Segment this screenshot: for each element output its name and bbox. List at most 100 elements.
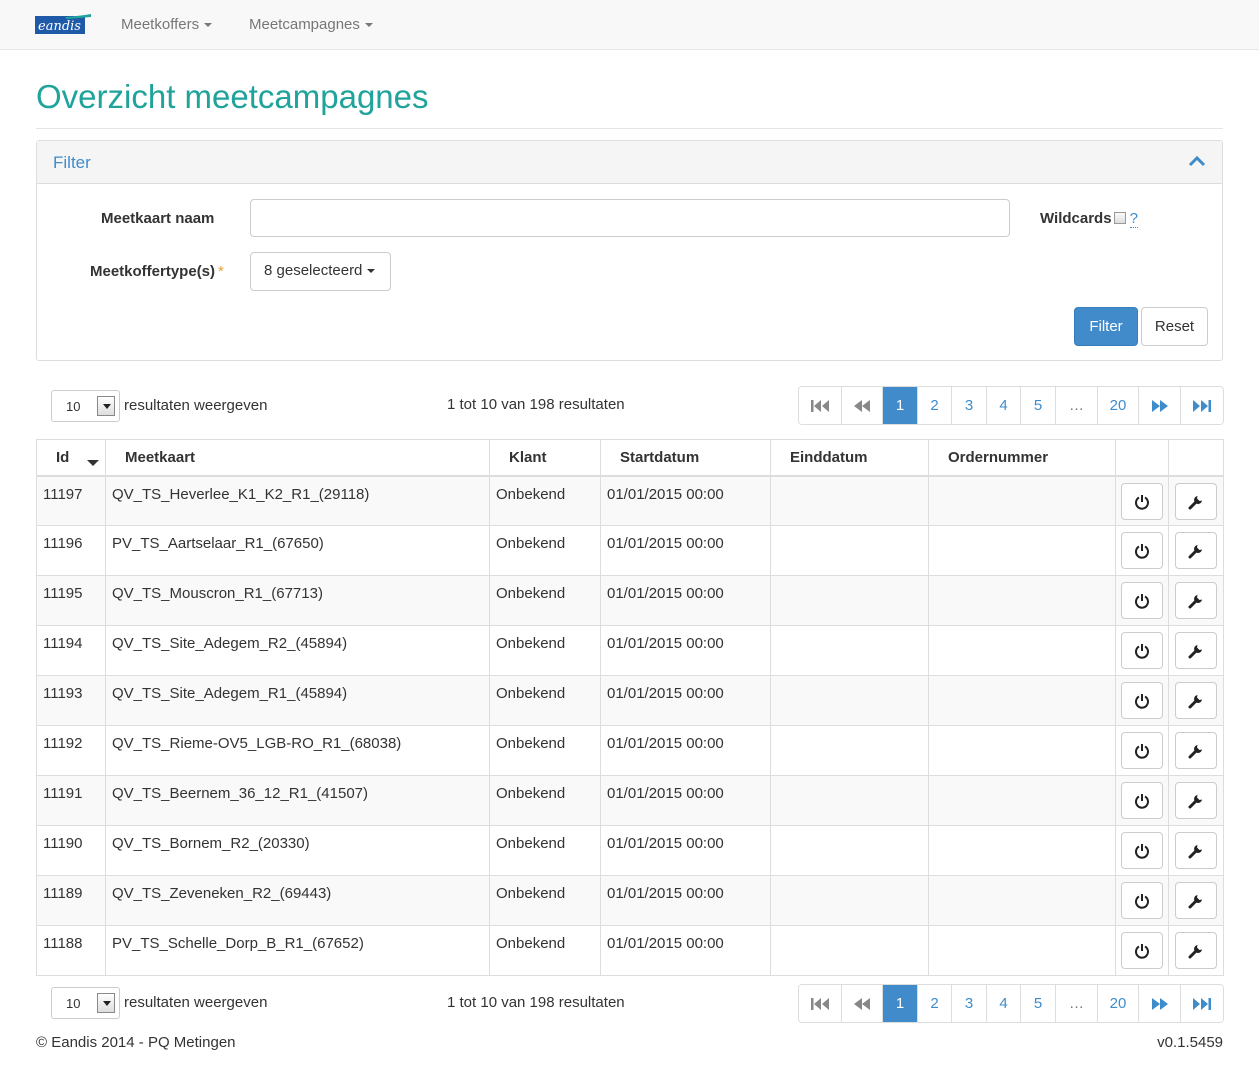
first-page-button[interactable] [799, 387, 842, 424]
power-icon [1135, 644, 1149, 659]
previous-page-button[interactable] [842, 387, 883, 424]
page-button-1[interactable]: 1 [883, 985, 918, 1022]
page-button-4[interactable]: 4 [987, 387, 1021, 424]
next-page-button[interactable] [1139, 985, 1181, 1022]
table-row[interactable]: 11190 QV_TS_Bornem_R2_(20330) Onbekend 01/0… [36, 825, 1224, 876]
page-length-value: 10 [66, 996, 81, 1011]
power-button[interactable] [1121, 582, 1163, 619]
table-row[interactable]: 11188 PV_TS_Schelle_Dorp_B_R1_(67652) Onbe… [36, 925, 1224, 976]
next-page-icon [1151, 997, 1168, 1010]
column-header-id[interactable]: Id [36, 439, 106, 477]
page-length-select[interactable]: 10 [51, 390, 120, 422]
page-button-3[interactable]: 3 [952, 985, 987, 1022]
column-header-startdatum[interactable]: Startdatum [600, 439, 771, 477]
edit-button[interactable] [1175, 532, 1217, 569]
power-button[interactable] [1121, 832, 1163, 869]
reset-button[interactable]: Reset [1141, 307, 1208, 346]
edit-button[interactable] [1175, 832, 1217, 869]
meetkaart-naam-input[interactable] [250, 199, 1010, 237]
table-row[interactable]: 11194 QV_TS_Site_Adegem_R2_(45894) Onbeken… [36, 625, 1224, 676]
chevron-up-icon[interactable] [1188, 154, 1206, 168]
cell-einddatum [770, 825, 929, 876]
power-button[interactable] [1121, 482, 1163, 520]
power-button[interactable] [1121, 732, 1163, 769]
page-button-1[interactable]: 1 [883, 387, 918, 424]
cell-action-edit [1168, 575, 1224, 626]
edit-button[interactable] [1175, 482, 1217, 520]
cell-klant: Onbekend [489, 525, 601, 576]
cell-action-power [1115, 775, 1169, 826]
edit-button[interactable] [1175, 632, 1217, 669]
cell-ordernummer [928, 875, 1116, 926]
cell-meetkaart: PV_TS_Schelle_Dorp_B_R1_(67652) [105, 925, 490, 976]
cell-meetkaart: QV_TS_Bornem_R2_(20330) [105, 825, 490, 876]
last-page-button[interactable] [1181, 387, 1223, 424]
page-length-select-bottom[interactable]: 10 [51, 987, 120, 1019]
page-button-5[interactable]: 5 [1021, 387, 1056, 424]
power-button[interactable] [1121, 782, 1163, 819]
cell-startdatum: 01/01/2015 00:00 [600, 575, 771, 626]
page-button-20[interactable]: 20 [1098, 387, 1139, 424]
cell-action-edit [1168, 525, 1224, 576]
cell-id: 11194 [36, 625, 106, 676]
page-button-5[interactable]: 5 [1021, 985, 1056, 1022]
cell-action-edit [1168, 875, 1224, 926]
eandis-logo-icon[interactable]: eandis [35, 14, 91, 36]
page-button-3[interactable]: 3 [952, 387, 987, 424]
column-header-klant[interactable]: Klant [489, 439, 601, 477]
previous-page-icon [854, 399, 870, 412]
next-page-button[interactable] [1139, 387, 1181, 424]
first-page-button[interactable] [799, 985, 842, 1022]
nav-meetcampagnes[interactable]: Meetcampagnes [249, 16, 373, 33]
table-row[interactable]: 11189 QV_TS_Zeveneken_R2_(69443) Onbekend 0… [36, 875, 1224, 926]
cell-ordernummer [928, 925, 1116, 976]
cell-einddatum [770, 775, 929, 826]
edit-button[interactable] [1175, 732, 1217, 769]
table-row[interactable]: 11196 PV_TS_Aartselaar_R1_(67650) Onbekend… [36, 525, 1224, 576]
table-row[interactable]: 11195 QV_TS_Mouscron_R1_(67713) Onbekend 01… [36, 575, 1224, 626]
power-button[interactable] [1121, 682, 1163, 719]
nav-meetkoffers[interactable]: Meetkoffers [121, 16, 213, 33]
cell-action-edit [1168, 625, 1224, 676]
edit-button[interactable] [1175, 782, 1217, 819]
power-icon [1135, 944, 1149, 959]
wildcards-checkbox[interactable] [1113, 212, 1126, 224]
wrench-icon [1188, 945, 1202, 959]
cell-ordernummer [928, 525, 1116, 576]
svg-text:eandis: eandis [38, 19, 81, 34]
page-length-text: resultaten weergeven [124, 994, 268, 1011]
cell-startdatum: 01/01/2015 00:00 [600, 675, 771, 726]
edit-button[interactable] [1175, 932, 1217, 969]
last-page-button[interactable] [1181, 985, 1223, 1022]
previous-page-button[interactable] [842, 985, 883, 1022]
cell-id: 11195 [36, 575, 106, 626]
filter-panel-header[interactable]: Filter [37, 141, 1222, 184]
wildcards-label: Wildcards? [1040, 210, 1138, 228]
cell-id: 11188 [36, 925, 106, 976]
cell-startdatum: 01/01/2015 00:00 [600, 625, 771, 676]
wildcards-help-link[interactable]: ? [1129, 210, 1138, 228]
power-button[interactable] [1121, 532, 1163, 569]
power-button[interactable] [1121, 632, 1163, 669]
power-icon [1135, 894, 1149, 909]
meetkoffertype-multiselect[interactable]: 8 geselecteerd [250, 252, 391, 291]
edit-button[interactable] [1175, 682, 1217, 719]
table-row[interactable]: 11191 QV_TS_Beernem_36_12_R1_(41507) Onbek… [36, 775, 1224, 826]
column-header-meetkaart[interactable]: Meetkaart [105, 439, 490, 477]
table-row[interactable]: 11197 QV_TS_Heverlee_K1_K2_R1_(29118) Onbe… [36, 475, 1224, 526]
page-button-2[interactable]: 2 [918, 985, 952, 1022]
column-header-ordernummer[interactable]: Ordernummer [928, 439, 1116, 477]
table-row[interactable]: 11193 QV_TS_Site_Adegem_R1_(45894) Onbeken… [36, 675, 1224, 726]
page-button-2[interactable]: 2 [918, 387, 952, 424]
edit-button[interactable] [1175, 582, 1217, 619]
column-header-einddatum[interactable]: Einddatum [770, 439, 929, 477]
filter-button[interactable]: Filter [1074, 307, 1138, 346]
table-row[interactable]: 11192 QV_TS_Rieme-OV5_LGB-RO_R1_(68038) On… [36, 725, 1224, 776]
edit-button[interactable] [1175, 882, 1217, 919]
page-button-4[interactable]: 4 [987, 985, 1021, 1022]
last-page-icon [1193, 399, 1211, 412]
power-button[interactable] [1121, 932, 1163, 969]
page-button-20[interactable]: 20 [1098, 985, 1139, 1022]
power-button[interactable] [1121, 882, 1163, 919]
cell-action-power [1115, 675, 1169, 726]
